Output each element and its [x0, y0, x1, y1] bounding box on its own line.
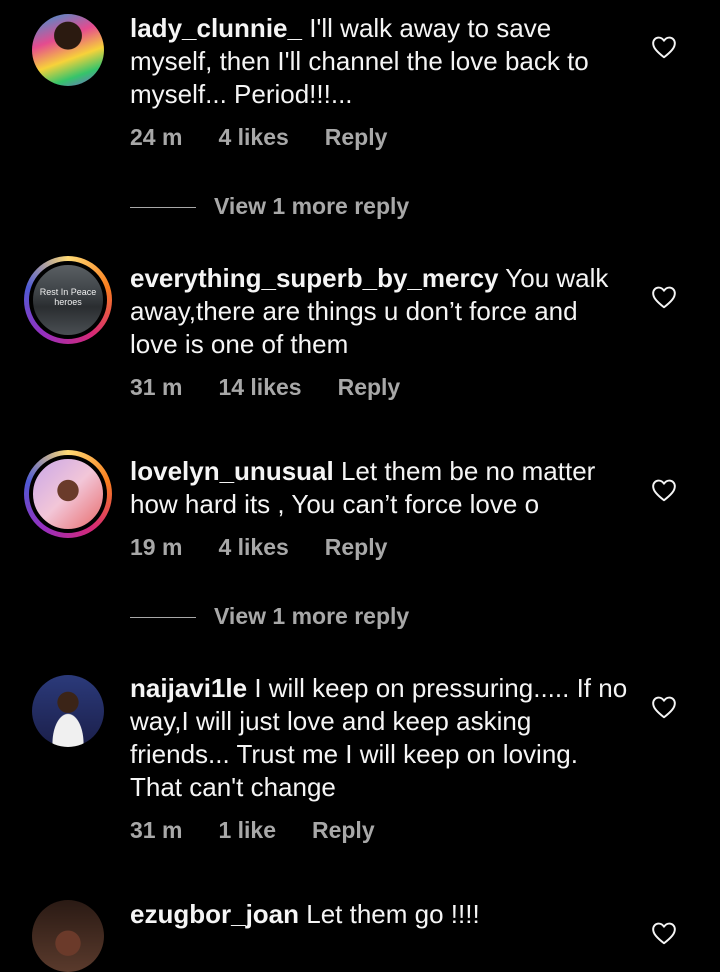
- comment-likes[interactable]: 4 likes: [218, 124, 288, 150]
- comment-time: 31 m: [130, 374, 183, 400]
- divider: [130, 207, 196, 209]
- heart-outline-icon[interactable]: [651, 35, 677, 59]
- avatar: Rest In Peace heroes: [29, 261, 107, 339]
- comment-username[interactable]: naijavi1le: [130, 673, 247, 703]
- view-replies-button[interactable]: View 1 more reply: [130, 193, 409, 220]
- comment-meta: 19 m 4 likes Reply: [130, 534, 423, 561]
- reply-button[interactable]: Reply: [325, 534, 388, 560]
- view-replies-label: View 1 more reply: [214, 193, 410, 219]
- heart-outline-icon[interactable]: [651, 921, 677, 945]
- avatar: [29, 455, 107, 533]
- comment-username[interactable]: lovelyn_unusual: [130, 456, 334, 486]
- reply-button[interactable]: Reply: [338, 374, 401, 400]
- reply-button[interactable]: Reply: [312, 817, 375, 843]
- heart-outline-icon[interactable]: [651, 285, 677, 309]
- heart-outline-icon[interactable]: [651, 478, 677, 502]
- avatar-story-ring[interactable]: [24, 450, 112, 538]
- comment-likes[interactable]: 4 likes: [218, 534, 288, 560]
- view-replies-button[interactable]: View 1 more reply: [130, 603, 409, 630]
- divider: [130, 617, 196, 619]
- comment-likes[interactable]: 14 likes: [218, 374, 301, 400]
- comment-meta: 31 m 14 likes Reply: [130, 374, 436, 401]
- comment-time: 19 m: [130, 534, 183, 560]
- avatar-caption: Rest In Peace heroes: [39, 287, 97, 307]
- heart-outline-icon[interactable]: [651, 695, 677, 719]
- view-replies-label: View 1 more reply: [214, 603, 410, 629]
- comment-likes[interactable]: 1 like: [218, 817, 276, 843]
- comment-text: ezugbor_joan Let them go !!!!: [130, 898, 630, 931]
- comment-text: lady_clunnie_ I'll walk away to save mys…: [130, 12, 630, 111]
- comment-username[interactable]: ezugbor_joan: [130, 899, 299, 929]
- avatar[interactable]: [32, 14, 104, 86]
- comment-username[interactable]: everything_superb_by_mercy: [130, 263, 499, 293]
- comment-text: lovelyn_unusual Let them be no matter ho…: [130, 455, 630, 521]
- comment-meta: 31 m 1 like Reply: [130, 817, 411, 844]
- comment-time: 31 m: [130, 817, 183, 843]
- comment-body: Let them go !!!!: [306, 899, 480, 929]
- comment-time: 24 m: [130, 124, 183, 150]
- reply-button[interactable]: Reply: [325, 124, 388, 150]
- avatar-story-ring[interactable]: Rest In Peace heroes: [24, 256, 112, 344]
- comment-meta: 24 m 4 likes Reply: [130, 124, 423, 151]
- comment-username[interactable]: lady_clunnie_: [130, 13, 302, 43]
- comment-text: naijavi1le I will keep on pressuring....…: [130, 672, 630, 804]
- comment-text: everything_superb_by_mercy You walk away…: [130, 262, 630, 361]
- avatar[interactable]: [32, 900, 104, 972]
- avatar[interactable]: [32, 675, 104, 747]
